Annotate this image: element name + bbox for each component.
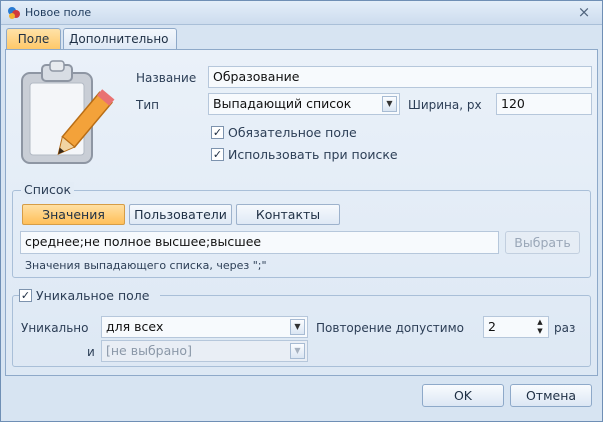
name-label: Название [136,71,197,85]
unique-select[interactable]: для всех ▼ [101,316,308,338]
repeat-stepper[interactable]: 2 ▲ ▼ [483,316,549,338]
chevron-down-icon[interactable]: ▼ [290,319,305,335]
list-group-title: Список [21,182,75,197]
check-icon[interactable]: ✓ [19,289,32,302]
tab-field[interactable]: Поле [6,28,61,50]
values-hint: Значения выпадающего списка, через ";" [25,259,267,272]
values-button[interactable]: Значения [22,204,125,225]
width-input[interactable]: 120 [496,93,592,115]
title-bar[interactable]: Новое поле × [1,1,602,25]
chevron-down-icon[interactable]: ▼ [290,343,305,359]
unique-title: Уникальное поле [36,288,150,303]
chevron-down-icon[interactable]: ▼ [382,96,397,112]
tab-panel: Название Образование Тип Выпадающий спис… [5,49,598,376]
type-label: Тип [136,98,159,112]
list-group: Список Значения Пользователи Контакты ср… [12,182,591,278]
dialog-window: Новое поле × Поле Дополнительно Название… [0,0,603,422]
and-label: и [87,345,95,359]
close-icon[interactable]: × [575,3,593,21]
required-label: Обязательное поле [228,125,357,140]
spin-arrows-icon[interactable]: ▲ ▼ [534,318,546,336]
and-select[interactable]: [не выбрано] ▼ [101,340,308,362]
type-select-value: Выпадающий список [213,96,352,111]
app-icon [8,7,20,19]
unique-select-value: для всех [106,319,164,334]
name-input[interactable]: Образование [208,66,592,88]
users-button[interactable]: Пользователи [129,204,232,225]
repeat-value: 2 [488,319,496,334]
window-title: Новое поле [25,6,92,19]
search-label: Использовать при поиске [228,147,398,162]
width-label: Ширина, px [408,98,482,112]
select-button[interactable]: Выбрать [505,231,580,254]
check-icon[interactable]: ✓ [211,126,224,139]
unique-group: ✓ Уникальное поле Уникально для всех ▼ П… [12,288,591,367]
type-select[interactable]: Выпадающий список ▼ [208,93,400,115]
ok-button[interactable]: OK [422,384,504,407]
repeat-unit: раз [554,321,576,335]
unique-label: Уникально [21,321,89,335]
unique-checkbox[interactable]: ✓ Уникальное поле [19,288,160,304]
clipboard-pencil-icon [21,60,115,164]
repeat-label: Повторение допустимо [316,321,464,335]
contacts-button[interactable]: Контакты [236,204,340,225]
values-input[interactable]: среднее;не полное высшее;высшее [20,231,499,254]
cancel-button[interactable]: Отмена [510,384,592,407]
check-icon[interactable]: ✓ [211,148,224,161]
tab-additional[interactable]: Дополнительно [63,28,177,50]
and-select-value: [не выбрано] [106,343,192,358]
